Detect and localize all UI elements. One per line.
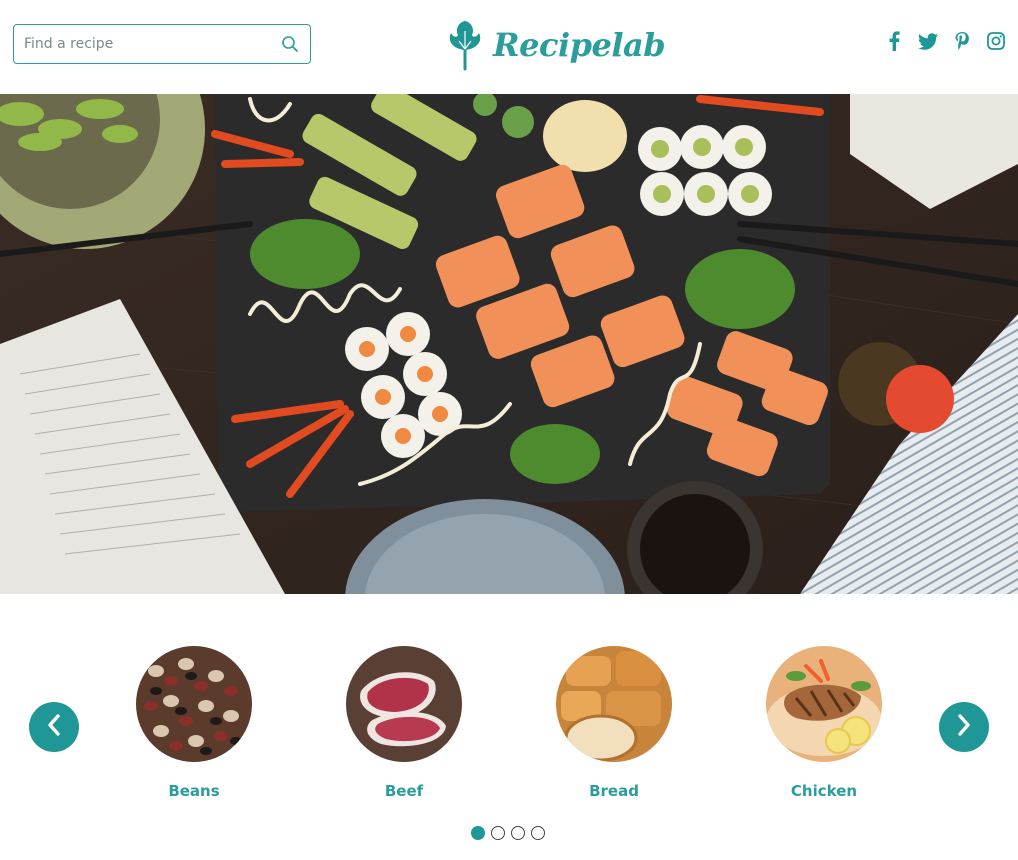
pagination-dot[interactable]	[531, 826, 545, 840]
logo-text: Recipelab	[493, 26, 666, 64]
category-label[interactable]: Beef	[346, 782, 462, 800]
pagination-dot[interactable]	[491, 826, 505, 840]
pinterest-icon[interactable]	[952, 30, 972, 52]
category-carousel: Beans Beef Bread Chicken	[0, 594, 1018, 860]
category-chicken[interactable]: Chicken	[766, 646, 882, 800]
carousel-pagination	[471, 826, 545, 840]
pagination-dot[interactable]	[471, 826, 485, 840]
hero-image	[0, 94, 1018, 594]
parsley-leaf-icon	[445, 19, 485, 71]
social-links	[884, 30, 1006, 52]
twitter-icon[interactable]	[918, 30, 938, 52]
site-header: Recipelab	[0, 0, 1018, 94]
pagination-dot[interactable]	[511, 826, 525, 840]
beans-image[interactable]	[136, 646, 252, 762]
category-beans[interactable]: Beans	[136, 646, 252, 800]
beef-image[interactable]	[346, 646, 462, 762]
carousel-prev-button[interactable]	[29, 702, 79, 752]
bread-image[interactable]	[556, 646, 672, 762]
category-beef[interactable]: Beef	[346, 646, 462, 800]
category-label[interactable]: Bread	[556, 782, 672, 800]
search-box[interactable]	[13, 24, 311, 64]
search-icon[interactable]	[280, 34, 300, 54]
search-input[interactable]	[24, 36, 280, 52]
carousel-next-button[interactable]	[939, 702, 989, 752]
category-bread[interactable]: Bread	[556, 646, 672, 800]
category-label[interactable]: Beans	[136, 782, 252, 800]
chevron-left-icon	[46, 714, 62, 740]
site-logo[interactable]: Recipelab	[445, 18, 666, 72]
instagram-icon[interactable]	[986, 30, 1006, 52]
category-label[interactable]: Chicken	[766, 782, 882, 800]
chevron-right-icon	[956, 714, 972, 740]
facebook-icon[interactable]	[884, 30, 904, 52]
chicken-image[interactable]	[766, 646, 882, 762]
